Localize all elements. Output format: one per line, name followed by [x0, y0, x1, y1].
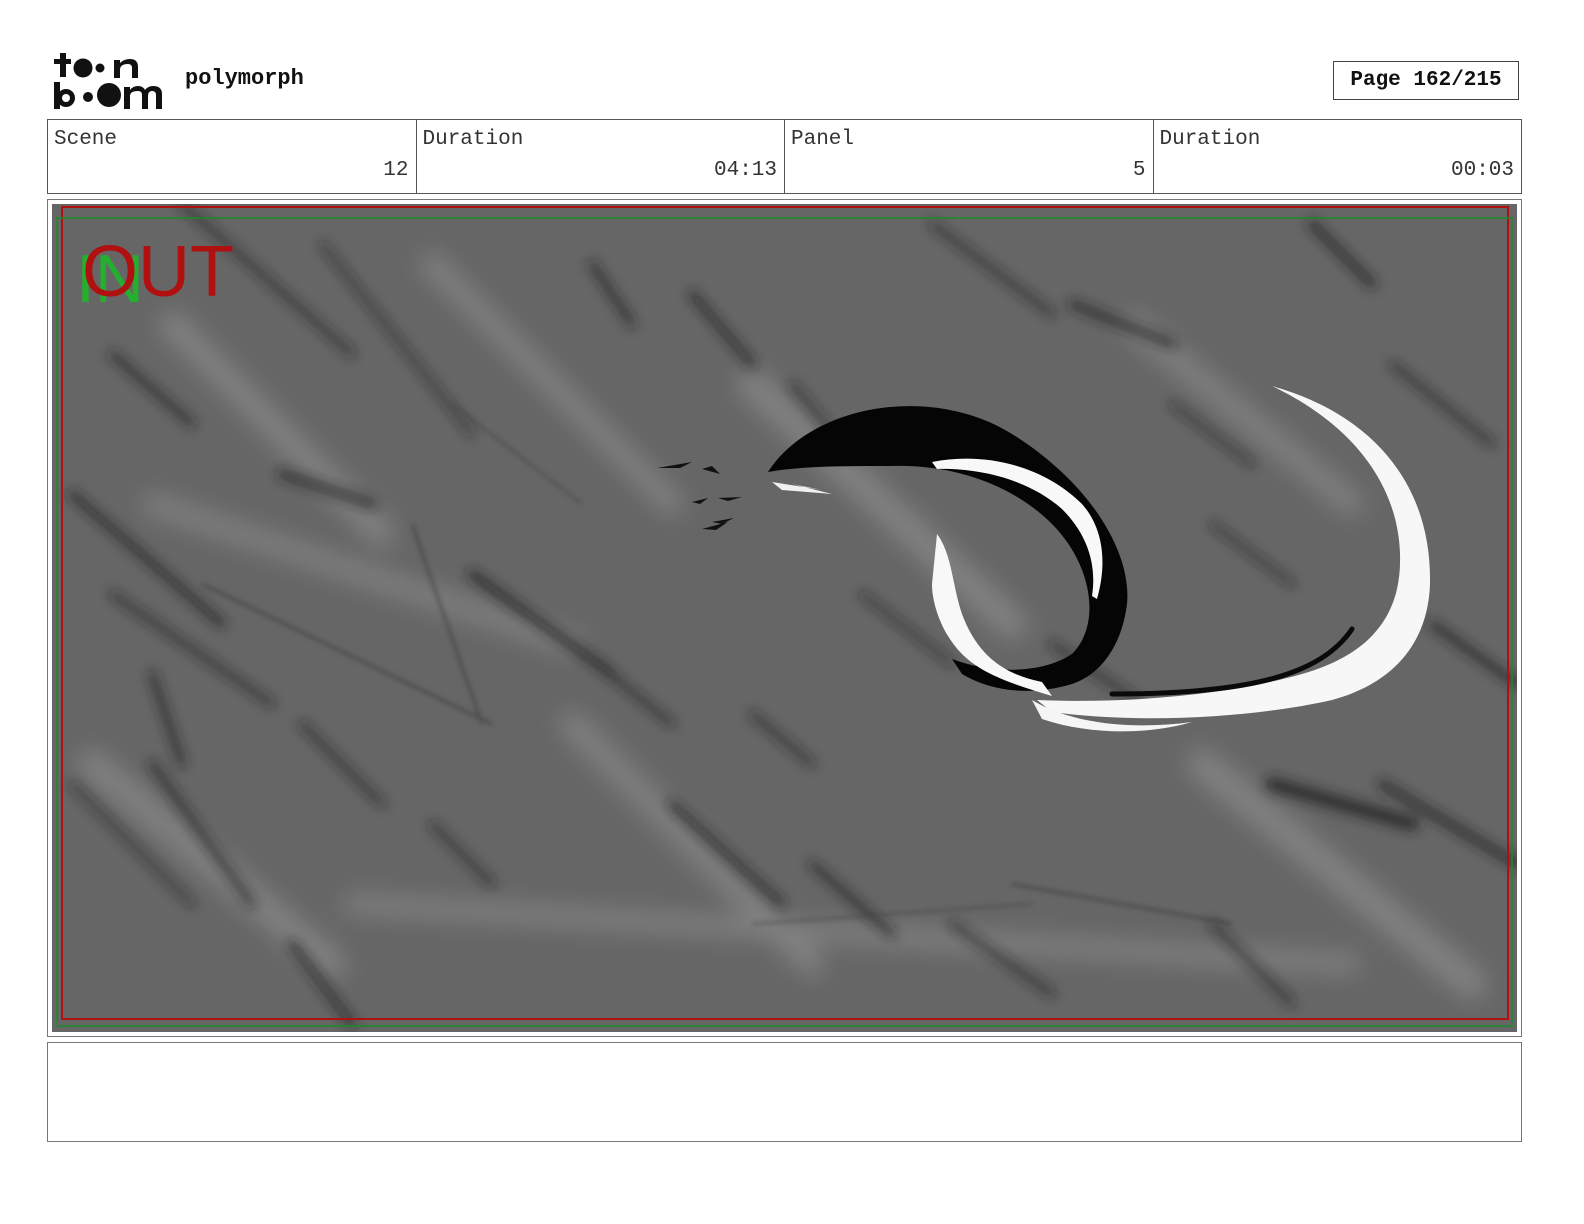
- page-indicator: Page 162/215: [1333, 61, 1519, 100]
- panel-cell: Panel 5: [785, 120, 1154, 193]
- panel-info-table: Scene 12 Duration 04:13 Panel 5 Duration…: [47, 119, 1522, 194]
- scene-cell: Scene 12: [48, 120, 417, 193]
- panel-label: Panel: [791, 128, 855, 151]
- panel-duration-value: 00:03: [1450, 159, 1514, 182]
- storyboard-panel-frame: IN OUT: [47, 199, 1522, 1037]
- storyboard-panel-image: IN OUT: [52, 204, 1517, 1032]
- project-title: polymorph: [185, 66, 304, 91]
- out-marker: OUT: [82, 232, 234, 312]
- scene-duration-value: 04:13: [713, 159, 777, 182]
- panel-duration-label: Duration: [1159, 128, 1261, 151]
- panel-notes: [47, 1042, 1522, 1142]
- scene-duration-cell: Duration 04:13: [417, 120, 785, 193]
- scene-duration-label: Duration: [422, 128, 524, 151]
- scene-label: Scene: [54, 128, 118, 151]
- scene-value: 12: [383, 159, 409, 182]
- panel-duration-cell: Duration 00:03: [1154, 120, 1522, 193]
- toon-boom-logo: [52, 50, 164, 112]
- panel-value: 5: [1132, 159, 1146, 182]
